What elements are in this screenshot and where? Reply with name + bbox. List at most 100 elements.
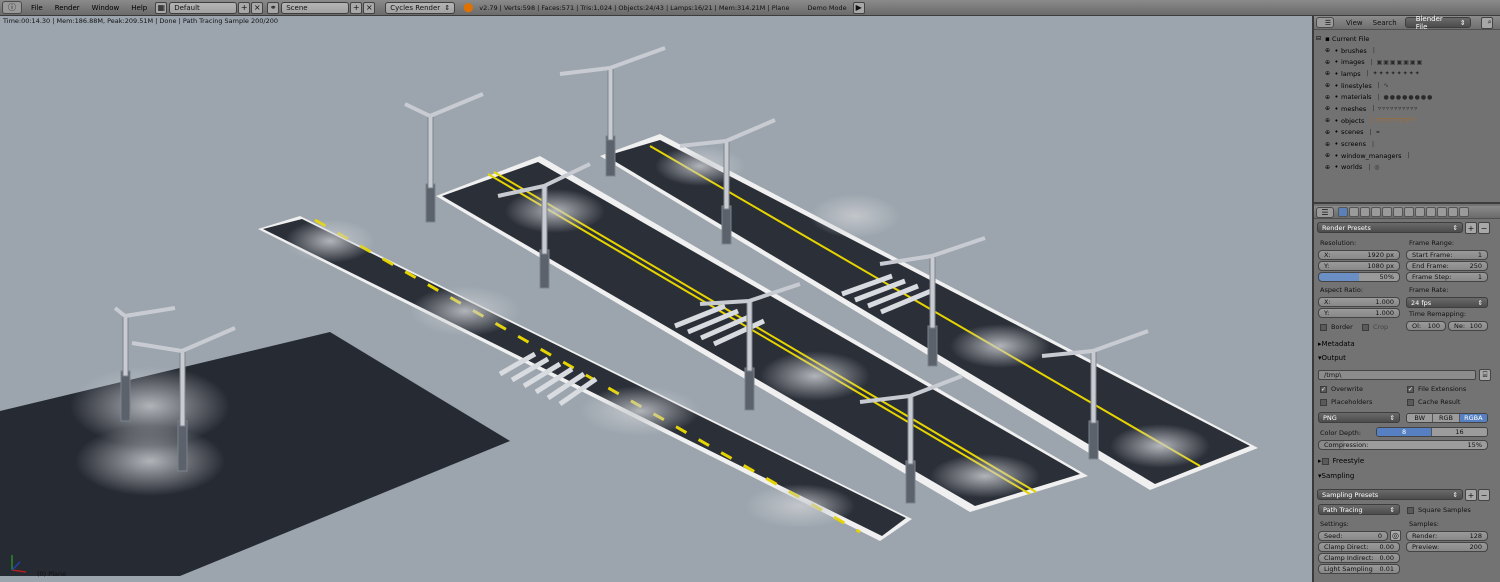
outliner-search-menu[interactable]: Search — [1373, 19, 1397, 27]
outliner-item-images[interactable]: ⊕ • images | ▣▣▣▣▣▣▣ — [1314, 56, 1500, 68]
screen-layout-field[interactable]: Default — [169, 1, 238, 14]
menu-render[interactable]: Render — [55, 4, 80, 12]
menu-window[interactable]: Window — [92, 4, 120, 12]
texture-tab-icon[interactable] — [1437, 207, 1447, 217]
scene-field[interactable]: Scene — [281, 1, 350, 14]
expand-icon[interactable]: ⊕ — [1323, 47, 1332, 54]
start-frame-field[interactable]: Start Frame: 1 — [1406, 250, 1488, 260]
physics-tab-icon[interactable] — [1459, 207, 1469, 217]
render-samples-field[interactable]: Render: 128 — [1406, 531, 1488, 541]
material-tab-icon[interactable] — [1426, 207, 1436, 217]
resolution-x-field[interactable]: X: 1920 px — [1318, 250, 1400, 260]
outliner-item-meshes[interactable]: ⊕ • meshes | ▿▿▿▿▿▿▿▿▿▿ — [1314, 103, 1500, 115]
color-depth-8[interactable]: 8 — [1377, 428, 1433, 436]
folder-browse-icon[interactable]: ⌸ — [1479, 369, 1491, 381]
cache-result-checkbox[interactable]: Cache Result — [1407, 398, 1460, 406]
light-sampling-field[interactable]: Light Sampling 0.01 — [1318, 564, 1400, 574]
outliner-item-window-managers[interactable]: ⊕ • window_managers | — [1314, 150, 1500, 162]
menu-help[interactable]: Help — [131, 4, 147, 12]
sampling-presets-select[interactable]: Sampling Presets ⇕ — [1317, 489, 1463, 500]
outliner-item-linestyles[interactable]: ⊕ • linestyles | ∿ — [1314, 80, 1500, 92]
time-remap-new-field[interactable]: Ne: 100 — [1448, 321, 1488, 331]
file-extensions-checkbox[interactable]: ✓ File Extensions — [1407, 385, 1466, 393]
world-tab-icon[interactable] — [1371, 207, 1381, 217]
outliner-display-mode[interactable]: Blender File ⇕ — [1404, 15, 1471, 31]
crop-checkbox[interactable]: Crop — [1362, 323, 1388, 331]
3d-viewport[interactable]: Time:00:14.30 | Mem:186.88M, Peak:209.51… — [0, 16, 1312, 582]
scene-icon[interactable]: ⚭ — [267, 1, 280, 14]
delete-scene-button[interactable]: × — [363, 1, 376, 14]
resolution-y-field[interactable]: Y: 1080 px — [1318, 261, 1400, 271]
outliner-item-lamps[interactable]: ⊕ • lamps | ✦✦✦✦✦✦✦✦ — [1314, 68, 1500, 80]
clamp-direct-field[interactable]: Clamp Direct: 0.00 — [1318, 542, 1400, 552]
output-path-field[interactable]: /tmp\ — [1318, 370, 1476, 380]
time-remap-old-field[interactable]: Ol: 100 — [1406, 321, 1446, 331]
placeholders-checkbox[interactable]: Placeholders — [1320, 398, 1372, 406]
end-frame-field[interactable]: End Frame: 250 — [1406, 261, 1488, 271]
menu-file[interactable]: File — [31, 4, 43, 12]
expand-icon[interactable]: ⊕ — [1323, 94, 1332, 101]
outliner-item-scenes[interactable]: ⊕ • scenes | ⚭ — [1314, 127, 1500, 139]
scene-tab-icon[interactable] — [1360, 207, 1370, 217]
add-preset-button[interactable]: + — [1465, 222, 1477, 234]
color-mode-toggle[interactable]: BW RGB RGBA — [1406, 413, 1488, 423]
render-tab-icon[interactable] — [1338, 207, 1348, 217]
delete-layout-button[interactable]: × — [251, 1, 264, 14]
integrator-select[interactable]: Path Tracing ⇕ — [1318, 504, 1400, 515]
editor-type-button[interactable]: ⓘ — [2, 1, 22, 14]
object-tab-icon[interactable] — [1382, 207, 1392, 217]
play-button[interactable]: ▶ — [852, 1, 865, 14]
add-sampling-preset-button[interactable]: + — [1465, 489, 1477, 501]
remove-sampling-preset-button[interactable]: − — [1478, 489, 1490, 501]
freestyle-panel-header[interactable]: ▸ Freestyle — [1318, 457, 1364, 465]
expand-icon[interactable]: ⊕ — [1323, 164, 1332, 171]
render-engine-select[interactable]: Cycles Render ⇕ — [385, 1, 456, 14]
expand-icon[interactable]: ⊕ — [1323, 129, 1332, 136]
metadata-panel-header[interactable]: ▸ Metadata — [1318, 340, 1355, 348]
expand-icon[interactable]: ⊕ — [1323, 117, 1332, 124]
square-samples-checkbox[interactable]: Square Samples — [1407, 506, 1471, 514]
compression-slider[interactable]: Compression: 15% — [1318, 440, 1488, 450]
outliner-item-materials[interactable]: ⊕ • materials | ●●●●●●●● — [1314, 91, 1500, 103]
expand-icon[interactable]: ⊕ — [1323, 141, 1332, 148]
outliner-item-worlds[interactable]: ⊕ • worlds | ◎ — [1314, 162, 1500, 174]
color-mode-bw[interactable]: BW — [1407, 414, 1434, 422]
animated-seed-icon[interactable]: ◎ — [1390, 530, 1401, 541]
seed-field[interactable]: Seed: 0 — [1318, 531, 1388, 541]
output-panel-header[interactable]: ▾ Output — [1318, 354, 1346, 362]
sampling-panel-header[interactable]: ▾ Sampling — [1318, 472, 1354, 480]
color-mode-rgb[interactable]: RGB — [1433, 414, 1460, 422]
expand-icon[interactable]: ⊕ — [1323, 152, 1332, 159]
aspect-x-field[interactable]: X: 1.000 — [1318, 297, 1400, 307]
outliner-item-brushes[interactable]: ⊕ • brushes | — [1314, 45, 1500, 57]
preview-samples-field[interactable]: Preview: 200 — [1406, 542, 1488, 552]
outliner-item-screens[interactable]: ⊕ • screens | — [1314, 138, 1500, 150]
aspect-y-field[interactable]: Y: 1.000 — [1318, 308, 1400, 318]
remove-preset-button[interactable]: − — [1478, 222, 1490, 234]
frame-step-field[interactable]: Frame Step: 1 — [1406, 272, 1488, 282]
constraints-tab-icon[interactable] — [1393, 207, 1403, 217]
screen-layout-icon[interactable]: ▦ — [155, 1, 168, 14]
file-format-select[interactable]: PNG ⇕ — [1318, 412, 1400, 423]
properties-editor-button[interactable]: ☰ — [1316, 206, 1334, 218]
outliner-item-objects[interactable]: ⊕ • objects | ▽▽▽▽▽▽▽ — [1314, 115, 1500, 127]
collapse-icon[interactable]: ⊟ — [1314, 35, 1323, 42]
outliner-view-menu[interactable]: View — [1346, 19, 1363, 27]
overwrite-checkbox[interactable]: ✓ Overwrite — [1320, 385, 1363, 393]
outliner-editor-button[interactable]: ☰ — [1316, 17, 1334, 28]
render-presets-select[interactable]: Render Presets ⇕ — [1317, 222, 1463, 233]
data-tab-icon[interactable] — [1415, 207, 1425, 217]
color-depth-16[interactable]: 16 — [1432, 428, 1487, 436]
color-mode-rgba[interactable]: RGBA — [1459, 414, 1487, 422]
color-depth-toggle[interactable]: 8 16 — [1376, 427, 1488, 437]
expand-icon[interactable]: ⊕ — [1323, 82, 1332, 89]
frame-rate-select[interactable]: 24 fps ⇕ — [1406, 297, 1488, 308]
add-layout-button[interactable]: + — [238, 1, 251, 14]
expand-icon[interactable]: ⊕ — [1323, 105, 1332, 112]
expand-icon[interactable]: ⊕ — [1323, 59, 1332, 66]
add-scene-button[interactable]: + — [350, 1, 363, 14]
border-checkbox[interactable]: Border — [1320, 323, 1353, 331]
clamp-indirect-field[interactable]: Clamp Indirect: 0.00 — [1318, 553, 1400, 563]
expand-icon[interactable]: ⊕ — [1323, 70, 1332, 77]
outliner-root[interactable]: ⊟ ▪ Current File — [1314, 33, 1500, 45]
